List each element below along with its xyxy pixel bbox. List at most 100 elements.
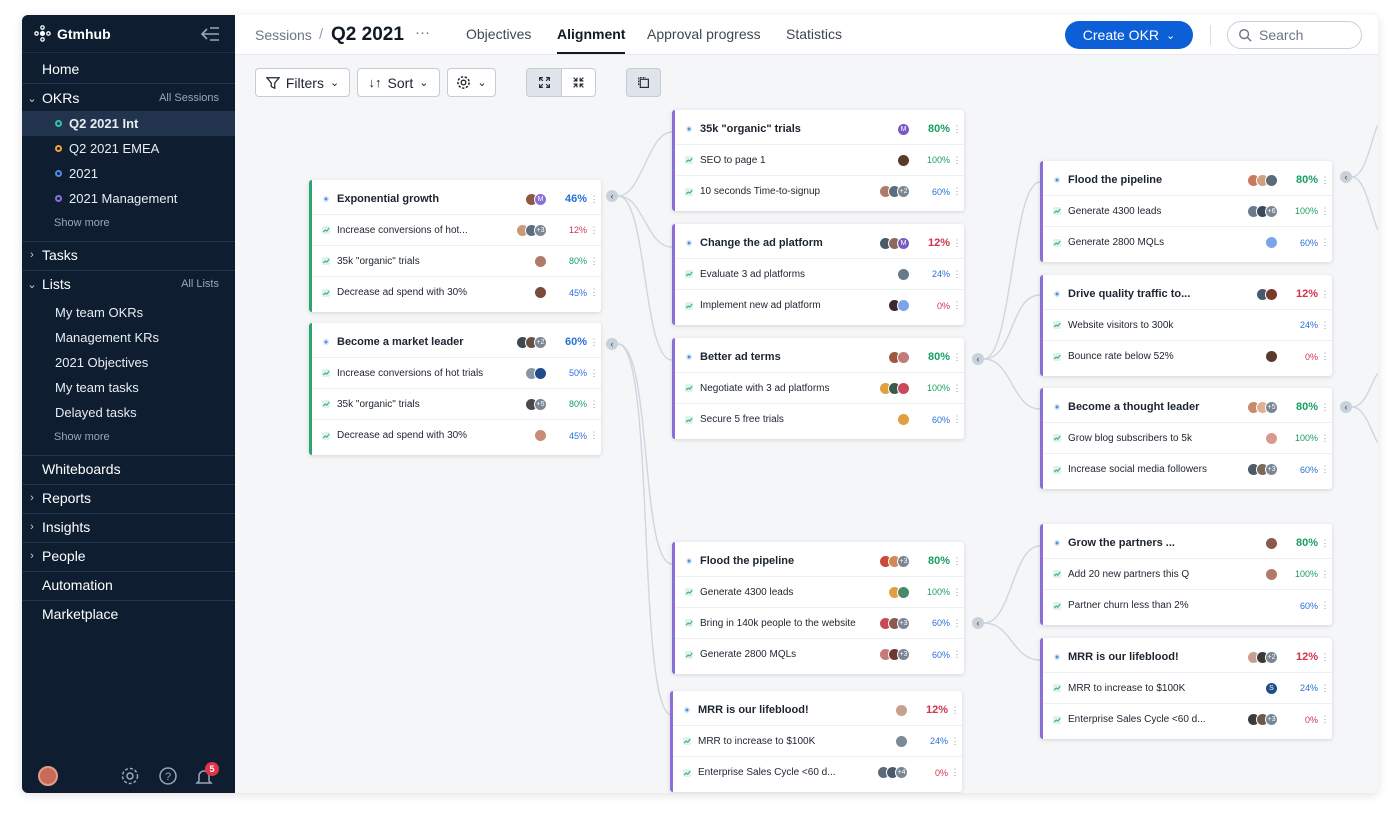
key-result-row[interactable]: Enterprise Sales Cycle <60 d... +3 0% ⋮	[1043, 704, 1332, 735]
key-result-row[interactable]: Increase social media followers +3 60% ⋮	[1043, 454, 1332, 485]
okrs-show-more[interactable]: Show more	[54, 217, 110, 229]
objective-row[interactable]: Become a thought leader +5 80% ⋮	[1043, 392, 1332, 423]
row-menu-icon[interactable]: ⋮	[587, 337, 601, 348]
nav-marketplace[interactable]: Marketplace	[22, 602, 235, 626]
lists-show-more[interactable]: Show more	[54, 431, 110, 443]
assignee-avatars[interactable]: +4	[877, 766, 908, 779]
user-avatar[interactable]	[38, 766, 58, 786]
objective-row[interactable]: Grow the partners ... 80% ⋮	[1043, 528, 1332, 559]
settings-gear-icon[interactable]	[120, 766, 140, 786]
session-item[interactable]: Q2 2021 EMEA	[22, 136, 235, 161]
assignee-avatars[interactable]	[888, 299, 910, 312]
row-menu-icon[interactable]: ⋮	[587, 194, 601, 205]
assignee-avatars[interactable]	[534, 429, 547, 442]
row-menu-icon[interactable]: ⋮	[587, 368, 601, 379]
objective-row[interactable]: 35k "organic" trials M 80% ⋮	[675, 114, 964, 145]
assignee-avatars[interactable]	[897, 413, 910, 426]
nav-lists[interactable]: ⌄ Lists All Lists	[22, 272, 235, 296]
nav-home[interactable]: Home	[22, 57, 235, 81]
row-menu-icon[interactable]: ⋮	[587, 399, 601, 410]
key-result-row[interactable]: MRR to increase to $100K S 24% ⋮	[1043, 673, 1332, 704]
collapse-all-button[interactable]	[561, 68, 596, 97]
collapse-branch-icon[interactable]: ‹	[1340, 171, 1352, 183]
key-result-row[interactable]: Add 20 new partners this Q 100% ⋮	[1043, 559, 1332, 590]
fit-to-screen-button[interactable]	[626, 68, 661, 97]
key-result-row[interactable]: Enterprise Sales Cycle <60 d... +4 0% ⋮	[673, 757, 962, 788]
row-menu-icon[interactable]: ⋮	[948, 705, 962, 716]
expand-all-button[interactable]	[526, 68, 561, 97]
okr-card[interactable]: Become a market leader +2 60% ⋮ Increase con…	[309, 323, 601, 455]
key-result-row[interactable]: Increase conversions of hot... +3 12% ⋮	[312, 215, 601, 246]
row-menu-icon[interactable]: ⋮	[1318, 600, 1332, 611]
assignee-avatars[interactable]	[534, 286, 547, 299]
assignee-avatars[interactable]: +3	[1247, 463, 1278, 476]
assignee-avatars[interactable]: +2	[516, 335, 547, 349]
assignee-avatars[interactable]: +3	[1247, 713, 1278, 726]
assignee-avatars[interactable]	[895, 703, 908, 717]
okr-card[interactable]: Flood the pipeline +3 80% ⋮ Generate 4300 le…	[672, 542, 964, 674]
assignee-avatars[interactable]: M	[879, 236, 910, 250]
assignee-avatars[interactable]: +3	[879, 616, 910, 630]
objective-row[interactable]: MRR is our lifeblood! 12% ⋮	[673, 695, 962, 726]
row-menu-icon[interactable]: ⋮	[1318, 569, 1332, 580]
key-result-row[interactable]: Implement new ad platform 0% ⋮	[675, 290, 964, 321]
collapse-branch-icon[interactable]: ‹	[972, 617, 984, 629]
key-result-row[interactable]: Generate 4300 leads +6 100% ⋮	[1043, 196, 1332, 227]
assignee-avatars[interactable]	[897, 153, 910, 167]
key-result-row[interactable]: 35k "organic" trials +5 80% ⋮	[312, 389, 601, 420]
row-menu-icon[interactable]: ⋮	[1318, 206, 1332, 217]
nav-whiteboards[interactable]: Whiteboards	[22, 457, 235, 481]
okr-card[interactable]: Better ad terms 80% ⋮ Negotiate with 3 ad p…	[672, 338, 964, 439]
list-item[interactable]: My team OKRs	[22, 300, 235, 325]
assignee-avatars[interactable]: +6	[1247, 204, 1278, 218]
key-result-row[interactable]: MRR to increase to $100K 24% ⋮	[673, 726, 962, 757]
row-menu-icon[interactable]: ⋮	[587, 287, 601, 298]
nav-automation[interactable]: Automation	[22, 573, 235, 597]
row-menu-icon[interactable]: ⋮	[950, 587, 964, 598]
row-menu-icon[interactable]: ⋮	[1318, 320, 1332, 331]
okr-card[interactable]: Change the ad platform M 12% ⋮ Evaluate 3 ad…	[672, 224, 964, 325]
key-result-row[interactable]: Bounce rate below 52% 0% ⋮	[1043, 341, 1332, 372]
key-result-row[interactable]: 35k "organic" trials 80% ⋮	[312, 246, 601, 277]
row-menu-icon[interactable]: ⋮	[1318, 237, 1332, 248]
objective-row[interactable]: Change the ad platform M 12% ⋮	[675, 228, 964, 259]
assignee-avatars[interactable]: +5	[1247, 400, 1278, 414]
objective-row[interactable]: Better ad terms 80% ⋮	[675, 342, 964, 373]
row-menu-icon[interactable]: ⋮	[948, 767, 962, 778]
all-lists-link[interactable]: All Lists	[181, 278, 219, 290]
key-result-row[interactable]: Website visitors to 300k 24% ⋮	[1043, 310, 1332, 341]
assignee-avatars[interactable]	[1247, 173, 1278, 187]
objective-row[interactable]: Exponential growth M 46% ⋮	[312, 184, 601, 215]
sort-button[interactable]: ↓↑ Sort ⌄	[357, 68, 440, 97]
key-result-row[interactable]: Evaluate 3 ad platforms 24% ⋮	[675, 259, 964, 290]
filters-button[interactable]: Filters ⌄	[255, 68, 350, 97]
row-menu-icon[interactable]: ⋮	[1318, 175, 1332, 186]
okr-card[interactable]: Drive quality traffic to... 12% ⋮ Website v…	[1040, 275, 1332, 376]
collapse-branch-icon[interactable]: ‹	[606, 190, 618, 202]
row-menu-icon[interactable]: ⋮	[1318, 289, 1332, 300]
row-menu-icon[interactable]: ⋮	[950, 383, 964, 394]
assignee-avatars[interactable]	[1265, 350, 1278, 363]
assignee-avatars[interactable]	[1265, 431, 1278, 445]
key-result-row[interactable]: Generate 2800 MQLs 60% ⋮	[1043, 227, 1332, 258]
key-result-row[interactable]: Secure 5 free trials 60% ⋮	[675, 404, 964, 435]
row-menu-icon[interactable]: ⋮	[950, 155, 964, 166]
objective-row[interactable]: Become a market leader +2 60% ⋮	[312, 327, 601, 358]
key-result-row[interactable]: Grow blog subscribers to 5k 100% ⋮	[1043, 423, 1332, 454]
key-result-row[interactable]: Partner churn less than 2% 60% ⋮	[1043, 590, 1332, 621]
assignee-avatars[interactable]: +2	[879, 185, 910, 198]
assignee-avatars[interactable]	[888, 350, 910, 364]
collapse-sidebar-icon[interactable]	[199, 25, 221, 43]
key-result-row[interactable]: Negotiate with 3 ad platforms 100% ⋮	[675, 373, 964, 404]
key-result-row[interactable]: Increase conversions of hot trials 50% ⋮	[312, 358, 601, 389]
key-result-row[interactable]: Generate 4300 leads 100% ⋮	[675, 577, 964, 608]
row-menu-icon[interactable]: ⋮	[1318, 652, 1332, 663]
row-menu-icon[interactable]: ⋮	[950, 618, 964, 629]
assignee-avatars[interactable]	[888, 585, 910, 599]
objective-row[interactable]: Drive quality traffic to... 12% ⋮	[1043, 279, 1332, 310]
assignee-avatars[interactable]: M	[897, 122, 910, 136]
row-menu-icon[interactable]: ⋮	[948, 736, 962, 747]
key-result-row[interactable]: Generate 2800 MQLs +3 60% ⋮	[675, 639, 964, 670]
objective-row[interactable]: MRR is our lifeblood! +2 12% ⋮	[1043, 642, 1332, 673]
tab-statistics[interactable]: Statistics	[786, 26, 842, 42]
